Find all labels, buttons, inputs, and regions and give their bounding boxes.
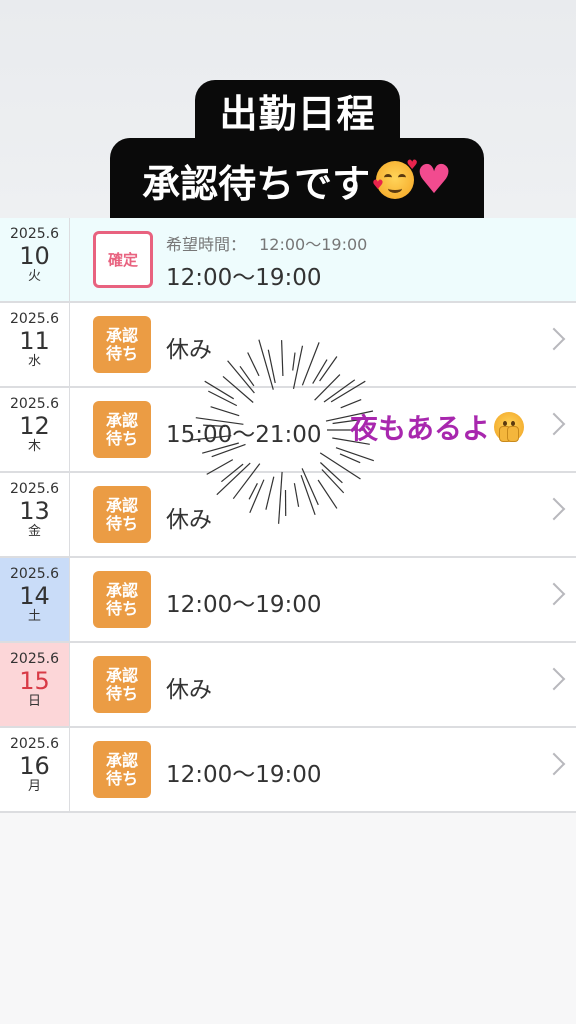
requested-time-value: 12:00〜19:00 [259, 235, 368, 254]
confirmed-badge: 確定 [93, 231, 153, 288]
shift-time: 12:00〜19:00 [166, 762, 322, 788]
shift-time: 休み [166, 677, 212, 703]
burst-line [227, 360, 255, 394]
date-year-month: 2025.6 [10, 311, 59, 327]
pending-badge: 承認 待ち [93, 741, 151, 798]
chevron-right-icon[interactable] [542, 497, 566, 521]
date-weekday: 土 [27, 609, 41, 624]
badge-text: 確定 [107, 250, 138, 269]
burst-line [222, 375, 254, 403]
chevron-right-icon[interactable] [542, 752, 566, 776]
requested-time-label: 希望時間： [166, 235, 247, 254]
page-subtitle: 承認待ちです ♥ ♥ ♥ [110, 138, 484, 222]
burst-line [314, 374, 341, 401]
burst-line [210, 406, 240, 417]
pending-badge: 承認 待ち [93, 571, 151, 628]
badge-text-1: 承認 [105, 665, 138, 685]
pink-heart-icon: ♥ [416, 157, 452, 203]
badge-text-1: 承認 [105, 580, 138, 600]
burst-line [202, 442, 239, 454]
burst-line [191, 435, 232, 441]
burst-line [319, 452, 361, 480]
date-day: 16 [19, 752, 50, 780]
burst-line [293, 483, 300, 507]
night-shift-note: 夜もあるよ [350, 407, 525, 447]
date-weekday: 月 [27, 779, 41, 794]
burst-line [278, 471, 283, 524]
page-title: 出勤日程 [195, 80, 400, 140]
badge-text-2: 待ち [105, 428, 138, 448]
shift-time: 12:00〜19:00 [166, 265, 322, 291]
requested-time: 希望時間： 12:00〜19:00 [166, 231, 367, 255]
chevron-right-icon[interactable] [542, 582, 566, 606]
pending-badge: 承認 待ち [93, 401, 151, 458]
title-text-2: 承認待ちです [142, 160, 371, 206]
date-weekday: 金 [27, 524, 41, 539]
date-weekday: 火 [27, 269, 41, 284]
burst-line [206, 459, 234, 475]
schedule-row-15[interactable]: 2025.6 15 日 承認 待ち 休み [0, 643, 576, 728]
date-cell: 2025.6 16 月 [0, 728, 70, 811]
burst-line [216, 462, 251, 496]
pending-badge: 承認 待ち [93, 486, 151, 543]
shift-time: 12:00〜19:00 [166, 592, 322, 618]
pending-badge: 承認 待ち [93, 316, 151, 373]
date-cell: 2025.6 13 金 [0, 473, 70, 556]
burst-line [317, 479, 338, 509]
title-text-1: 出勤日程 [219, 90, 376, 136]
schedule-row-14[interactable]: 2025.6 14 土 承認 待ち 12:00〜19:00 [0, 558, 576, 643]
schedule-row-10[interactable]: 2025.6 10 火 確定 希望時間： 12:00〜19:00 12:00〜1… [0, 218, 576, 303]
burst-line [265, 476, 275, 510]
date-year-month: 2025.6 [10, 566, 59, 582]
chevron-right-icon[interactable] [542, 667, 566, 691]
badge-text-1: 承認 [105, 410, 138, 430]
date-year-month: 2025.6 [10, 651, 59, 667]
date-cell: 2025.6 12 木 [0, 388, 70, 471]
chevron-right-icon[interactable] [542, 412, 566, 436]
date-weekday: 木 [27, 439, 41, 454]
date-year-month: 2025.6 [10, 481, 59, 497]
date-weekday: 水 [27, 354, 41, 369]
chevron-right-icon[interactable] [542, 327, 566, 351]
pending-badge: 承認 待ち [93, 656, 151, 713]
burst-line [239, 365, 255, 387]
badge-text-2: 待ち [105, 768, 138, 788]
date-day: 14 [19, 582, 50, 610]
badge-text-1: 承認 [105, 325, 138, 345]
date-day: 10 [19, 242, 50, 270]
date-weekday: 日 [27, 694, 41, 709]
burst-line [247, 352, 260, 377]
burst-line [281, 340, 284, 377]
note-text: 夜もあるよ [350, 412, 491, 445]
date-day: 11 [19, 327, 50, 355]
date-year-month: 2025.6 [10, 736, 59, 752]
burst-line [203, 424, 226, 427]
date-day: 13 [19, 497, 50, 525]
smiling-face-with-hearts-icon: ♥ ♥ [372, 159, 418, 199]
date-cell-saturday: 2025.6 14 土 [0, 558, 70, 641]
badge-text-2: 待ち [105, 513, 138, 533]
date-day: 15 [19, 667, 50, 695]
date-cell: 2025.6 11 水 [0, 303, 70, 386]
badge-text-2: 待ち [105, 683, 138, 703]
date-year-month: 2025.6 [10, 226, 59, 242]
date-year-month: 2025.6 [10, 396, 59, 412]
burst-line [292, 352, 296, 371]
badge-text-1: 承認 [105, 495, 138, 515]
badge-text-1: 承認 [105, 750, 138, 770]
badge-text-2: 待ち [105, 343, 138, 363]
burst-line [292, 345, 304, 390]
face-with-hand-over-mouth-icon [494, 412, 525, 442]
date-day: 12 [19, 412, 50, 440]
badge-text-2: 待ち [105, 598, 138, 618]
burst-line [195, 417, 244, 425]
date-cell-sunday: 2025.6 15 日 [0, 643, 70, 726]
burst-line [301, 342, 320, 386]
schedule-row-16[interactable]: 2025.6 16 月 承認 待ち 12:00〜19:00 [0, 728, 576, 813]
date-cell: 2025.6 10 火 [0, 218, 70, 301]
